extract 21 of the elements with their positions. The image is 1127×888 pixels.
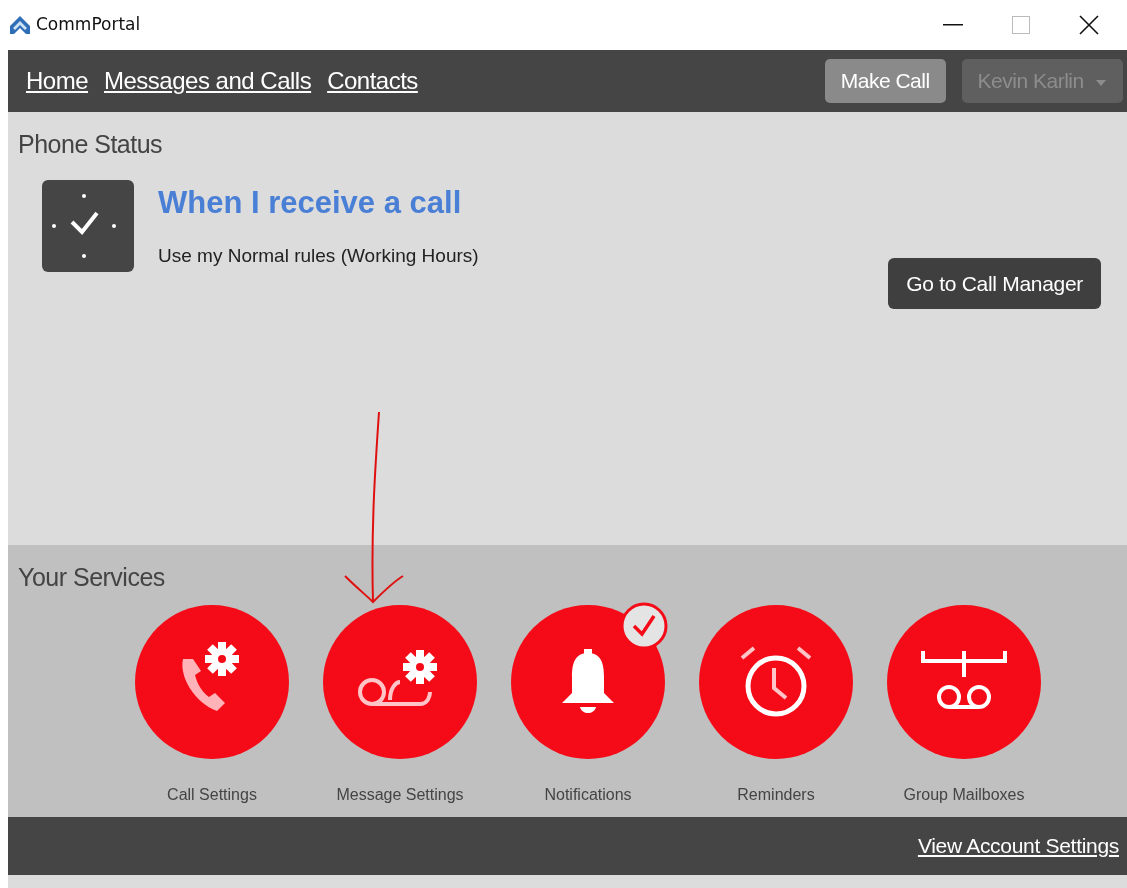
- account-settings-link[interactable]: View Account Settings: [917, 830, 1119, 862]
- call-manager-button[interactable]: Go to Call Manager: [888, 257, 1101, 309]
- app-logo-icon: [8, 14, 32, 36]
- service-label: Reminders: [737, 784, 815, 805]
- clock-icon: [42, 179, 134, 272]
- section-heading: Your Services: [18, 562, 166, 593]
- close-icon: [1079, 15, 1099, 35]
- maximize-icon: [1012, 16, 1030, 34]
- service-label: Call Settings: [167, 784, 257, 805]
- nav-link[interactable]: Messages and Calls: [104, 63, 312, 99]
- service-label: Group Mailboxes: [903, 784, 1025, 805]
- status-description: Use my Normal rules (Working Hours): [158, 244, 479, 268]
- caret-icon: [1095, 78, 1107, 87]
- nav-link[interactable]: Home: [26, 63, 89, 99]
- service-label: Notifications: [544, 784, 632, 805]
- service-label: Message Settings: [336, 784, 464, 805]
- minimize-icon: [943, 24, 963, 26]
- status-title: When I receive a call: [158, 183, 463, 222]
- nav-link[interactable]: Contacts: [327, 63, 418, 99]
- window-title: CommPortal: [36, 13, 141, 37]
- section-heading: Phone Status: [18, 129, 164, 160]
